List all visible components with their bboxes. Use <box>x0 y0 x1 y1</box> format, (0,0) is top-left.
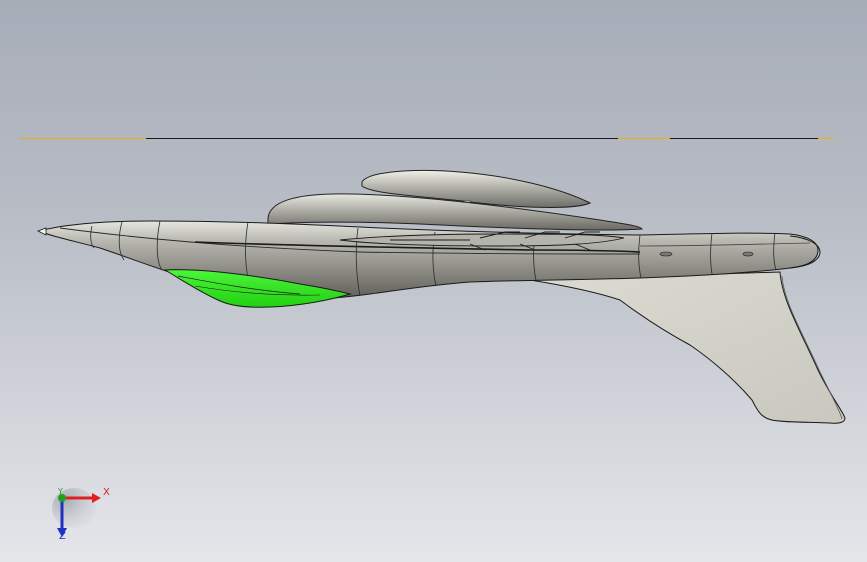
z-axis-label: Z <box>59 531 66 542</box>
aircraft-model[interactable] <box>0 0 867 562</box>
nose-tip <box>37 227 47 236</box>
graphics-viewport[interactable]: X Y Z <box>0 0 867 562</box>
port-detail <box>742 251 754 257</box>
x-axis-label: X <box>103 487 110 498</box>
tail-fin <box>529 271 846 424</box>
y-axis-label: Y <box>58 487 63 496</box>
coordinate-triad: X Y Z <box>40 478 120 550</box>
port-detail <box>659 251 673 257</box>
